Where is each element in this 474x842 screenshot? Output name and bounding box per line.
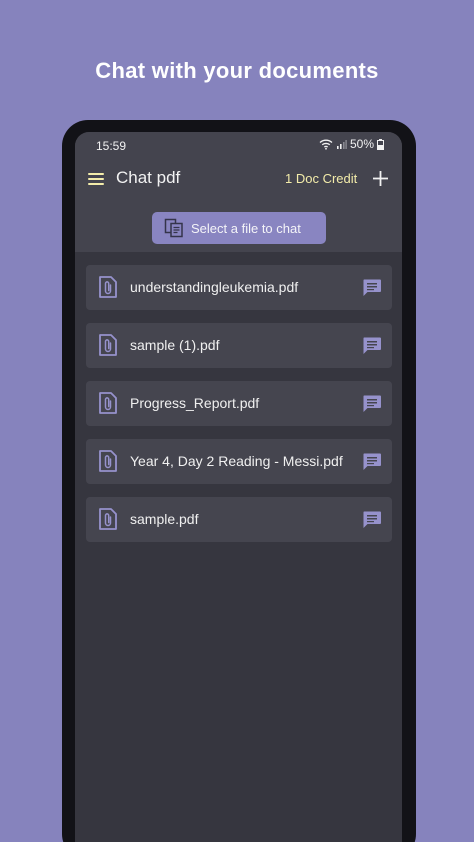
battery-level: 50% [349, 137, 374, 151]
battery-icon [377, 138, 384, 150]
chat-icon[interactable] [362, 278, 382, 297]
status-indicators: 50% [319, 137, 384, 151]
promo-title: Chat with your documents [95, 58, 379, 83]
app-bar: Chat pdf 1 Doc Credit [75, 166, 402, 192]
file-list: understandingleukemia.pdf sample (1).pdf [86, 265, 392, 555]
file-name: Progress_Report.pdf [130, 395, 260, 411]
app-screen: 15:59 50% Chat pdf 1 Doc Credit Select a… [75, 132, 402, 842]
file-list-item[interactable]: sample (1).pdf [86, 323, 392, 368]
file-list-item[interactable]: Year 4, Day 2 Reading - Messi.pdf [86, 439, 392, 484]
file-copy-icon [164, 218, 184, 238]
paperclip-document-icon [97, 507, 119, 531]
file-name: understandingleukemia.pdf [130, 279, 299, 295]
wifi-icon [319, 139, 333, 150]
select-file-button[interactable]: Select a file to chat [152, 212, 326, 244]
chat-icon[interactable] [362, 394, 382, 413]
file-name: Year 4, Day 2 Reading - Messi.pdf [130, 453, 343, 469]
paperclip-document-icon [97, 391, 119, 415]
paperclip-document-icon [97, 449, 119, 473]
chat-icon[interactable] [362, 452, 382, 471]
hamburger-menu-icon[interactable] [88, 172, 104, 186]
file-name: sample.pdf [130, 511, 199, 527]
file-list-item[interactable]: sample.pdf [86, 497, 392, 542]
paperclip-document-icon [97, 275, 119, 299]
signal-icon [336, 139, 347, 150]
app-title: Chat pdf [116, 168, 181, 187]
top-bar: 15:59 50% Chat pdf 1 Doc Credit Select a… [75, 132, 402, 252]
file-name: sample (1).pdf [130, 337, 220, 353]
select-file-label: Select a file to chat [191, 220, 301, 236]
plus-icon[interactable] [373, 171, 388, 186]
chat-icon[interactable] [362, 336, 382, 355]
doc-credit-link[interactable]: 1 Doc Credit [285, 171, 357, 186]
chat-icon[interactable] [362, 510, 382, 529]
status-time: 15:59 [96, 139, 127, 153]
file-list-item[interactable]: Progress_Report.pdf [86, 381, 392, 426]
file-list-item[interactable]: understandingleukemia.pdf [86, 265, 392, 310]
paperclip-document-icon [97, 333, 119, 357]
